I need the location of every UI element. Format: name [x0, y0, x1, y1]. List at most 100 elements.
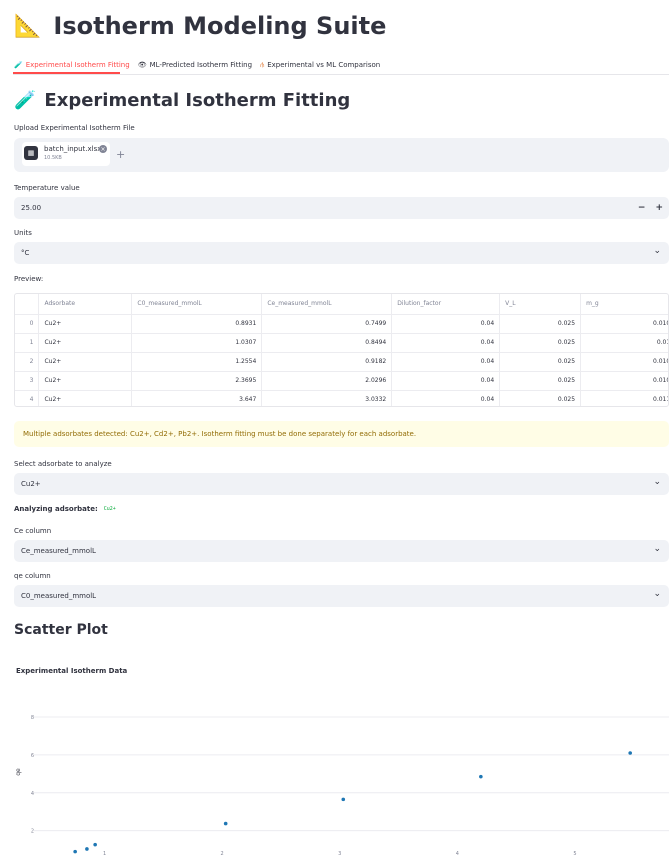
- table-row: 3 Cu2+ 2.3695 2.0296 0.04 0.025 0.0105: [15, 371, 668, 391]
- table-cell[interactable]: Cu2+: [38, 352, 133, 372]
- row-index: 0: [15, 314, 40, 334]
- section-title: 🧪 Experimental Isotherm Fitting: [14, 90, 351, 111]
- chart-title: Experimental Isotherm Data: [16, 667, 128, 675]
- table-cell[interactable]: Cu2+: [38, 314, 133, 334]
- scatter-point[interactable]: [223, 821, 228, 826]
- triangular-ruler-icon: 📐: [14, 13, 42, 39]
- scatter-point[interactable]: [628, 751, 632, 755]
- table-cell[interactable]: 3.0332: [261, 390, 393, 406]
- table-cell[interactable]: 0.04: [391, 333, 501, 353]
- row-index: 3: [15, 371, 40, 391]
- table-cell[interactable]: 0.7499: [261, 314, 393, 334]
- scatter-chart[interactable]: Experimental Isotherm Data 2 4 6 8 1 2 3 4 5 qe: [0, 660, 669, 859]
- table-cell[interactable]: 3.647: [131, 390, 263, 406]
- table-cell[interactable]: 0.9182: [261, 352, 393, 372]
- table-cell[interactable]: 2.3695: [131, 371, 263, 391]
- table-cell[interactable]: 1.2554: [131, 352, 263, 372]
- column-header[interactable]: Ce_measured_mmolL: [261, 294, 393, 315]
- chevron-down-icon: ⌄: [653, 544, 661, 554]
- table-cell[interactable]: Cu2+: [38, 371, 133, 391]
- spreadsheet-icon: ▦: [24, 146, 38, 160]
- table-cell[interactable]: 0.8931: [131, 314, 263, 334]
- y-tick-label: 2: [31, 829, 34, 835]
- table-cell[interactable]: Cu2+: [38, 390, 133, 406]
- table-cell[interactable]: 1.0307: [131, 333, 263, 353]
- table-cell[interactable]: 0.04: [391, 371, 501, 391]
- table-cell[interactable]: Cu2+: [38, 333, 133, 353]
- table-row: 2 Cu2+ 1.2554 0.9182 0.04 0.025 0.0109: [15, 352, 668, 372]
- row-index: 2: [15, 352, 40, 372]
- adsorbate-select-label: Select adsorbate to analyze: [14, 460, 112, 468]
- analyzing-label: Analyzing adsorbate:: [14, 505, 98, 513]
- column-header[interactable]: C0_measured_mmolL: [131, 294, 263, 315]
- table-cell[interactable]: 0.025: [499, 371, 582, 391]
- table-cell[interactable]: 0.0112: [580, 390, 668, 406]
- y-tick-label: 8: [31, 715, 34, 721]
- scatter-point[interactable]: [479, 774, 483, 779]
- file-size: 10.5KB: [44, 155, 62, 161]
- preview-table[interactable]: Adsorbate C0_measured_mmolL Ce_measured_…: [14, 293, 669, 407]
- table-row: 1 Cu2+ 1.0307 0.8494 0.04 0.025 0.012: [15, 333, 668, 353]
- decrement-button[interactable]: −: [638, 203, 646, 213]
- remove-file-icon[interactable]: ×: [99, 145, 107, 153]
- app-title: 📐 Isotherm Modeling Suite: [14, 12, 386, 40]
- scatter-point[interactable]: [73, 849, 77, 854]
- chevron-down-icon: ⌄: [653, 477, 661, 487]
- table-cell[interactable]: 2.0296: [261, 371, 393, 391]
- x-tick-label: 4: [456, 851, 459, 857]
- temperature-label: Temperature value: [14, 184, 80, 192]
- table-cell[interactable]: 0.025: [499, 352, 582, 372]
- table-row: 0 Cu2+ 0.8931 0.7499 0.04 0.025 0.0102: [15, 314, 668, 334]
- units-value: °C: [21, 249, 30, 257]
- scatter-point[interactable]: [341, 797, 346, 802]
- temperature-value: 25.00: [21, 204, 42, 212]
- increment-button[interactable]: +: [655, 203, 663, 213]
- chevron-down-icon: ⌄: [653, 246, 661, 256]
- x-tick-label: 3: [338, 851, 341, 857]
- adsorbate-select[interactable]: Cu2+ ⌄: [14, 473, 669, 495]
- scatter-plot-heading: Scatter Plot: [14, 622, 108, 638]
- multiple-adsorbates-warning: Multiple adsorbates detected: Cu2+, Cd2+…: [14, 421, 669, 447]
- upload-label: Upload Experimental Isotherm File: [14, 124, 135, 132]
- table-cell[interactable]: 0.025: [499, 390, 582, 406]
- y-axis-label: qe: [15, 768, 22, 776]
- x-tick-label: 5: [573, 851, 576, 857]
- qe-column-value: C0_measured_mmolL: [21, 592, 97, 600]
- column-header[interactable]: Dilution_factor: [391, 294, 501, 315]
- table-cell[interactable]: 0.0105: [580, 371, 668, 391]
- table-cell[interactable]: 0.0109: [580, 352, 668, 372]
- scatter-point[interactable]: [93, 842, 97, 847]
- temperature-stepper: − +: [638, 197, 663, 219]
- table-cell[interactable]: 0.04: [391, 390, 501, 406]
- table-cell[interactable]: 0.025: [499, 333, 582, 353]
- tab-ml-predicted-fitting[interactable]: 👁 ML-Predicted Isotherm Fitting: [137, 55, 253, 75]
- column-header[interactable]: Adsorbate: [38, 294, 133, 315]
- preview-label: Preview:: [14, 275, 44, 283]
- table-cell[interactable]: 0.04: [391, 314, 501, 334]
- column-header[interactable]: [15, 294, 40, 315]
- file-name: batch_input.xlsx: [44, 145, 102, 153]
- analyzing-adsorbate: Analyzing adsorbate: Cu2+: [14, 505, 116, 513]
- test-tube-icon: 🧪: [14, 61, 23, 69]
- table-header-row: Adsorbate C0_measured_mmolL Ce_measured_…: [15, 294, 668, 315]
- units-select[interactable]: °C ⌄: [14, 242, 669, 264]
- ce-column-value: Ce_measured_mmolL: [21, 547, 96, 555]
- qe-column-select[interactable]: C0_measured_mmolL ⌄: [14, 585, 669, 607]
- row-index: 1: [15, 333, 40, 353]
- column-header[interactable]: m_g: [580, 294, 668, 315]
- scatter-point[interactable]: [85, 847, 89, 851]
- table-cell[interactable]: 0.8494: [261, 333, 393, 353]
- add-file-icon[interactable]: +: [116, 148, 125, 161]
- analyzing-value: Cu2+: [103, 506, 116, 512]
- ce-column-select[interactable]: Ce_measured_mmolL ⌄: [14, 540, 669, 562]
- table-cell[interactable]: 0.025: [499, 314, 582, 334]
- column-header[interactable]: V_L: [499, 294, 582, 315]
- file-uploader[interactable]: [14, 138, 669, 172]
- adsorbate-select-value: Cu2+: [21, 480, 41, 488]
- tab-experimental-vs-ml[interactable]: ⫛ Experimental vs ML Comparison: [259, 55, 381, 75]
- temperature-input[interactable]: 25.00 − +: [14, 197, 669, 219]
- table-cell[interactable]: 0.0102: [580, 314, 668, 334]
- table-cell[interactable]: 0.04: [391, 352, 501, 372]
- table-cell[interactable]: 0.012: [580, 333, 668, 353]
- eye-icon: 👁: [137, 61, 147, 69]
